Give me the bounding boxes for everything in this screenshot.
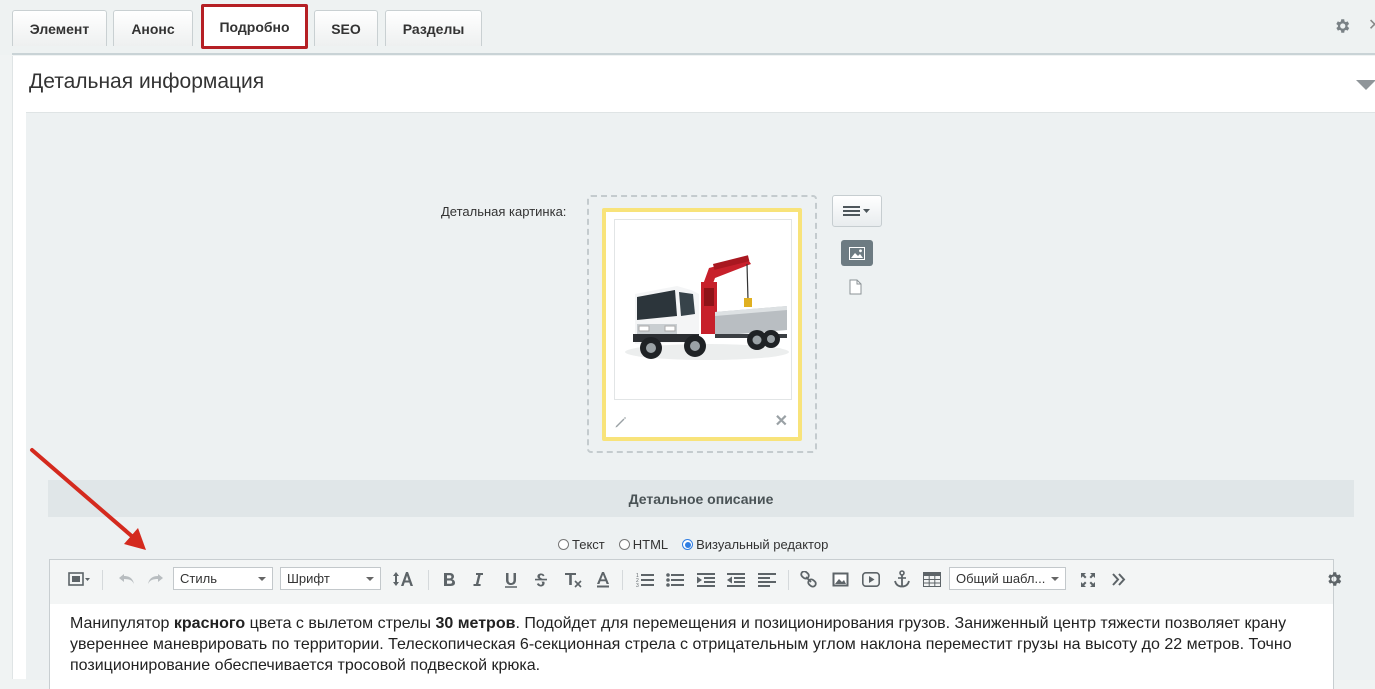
content-bold-text: красного bbox=[173, 615, 246, 632]
svg-text:3: 3 bbox=[636, 583, 639, 587]
close-icon[interactable]: ✕ bbox=[1368, 15, 1375, 35]
tab-label: Подробно bbox=[219, 18, 290, 35]
font-select[interactable]: Шрифт bbox=[280, 567, 381, 590]
link-icon[interactable] bbox=[800, 571, 818, 588]
redo-icon[interactable] bbox=[146, 572, 164, 586]
tab-label: Элемент bbox=[29, 20, 90, 37]
tab-element[interactable]: Элемент bbox=[12, 10, 107, 46]
style-select-value: Стиль bbox=[180, 571, 217, 586]
editor-mode-switch: Текст HTML Визуальный редактор bbox=[558, 537, 828, 552]
numbered-list-icon[interactable]: 1 2 3 bbox=[636, 572, 654, 587]
outdent-icon[interactable] bbox=[727, 572, 745, 587]
content-text: цвета с вылетом стрелы bbox=[245, 615, 436, 632]
image-mode-button[interactable] bbox=[841, 240, 873, 266]
tab-bar: Элемент Анонс Подробно SEO Разделы ✕ bbox=[0, 0, 1375, 55]
bulleted-list-icon[interactable] bbox=[666, 572, 684, 587]
insert-video-icon[interactable] bbox=[862, 572, 880, 587]
insert-image-icon[interactable] bbox=[832, 572, 849, 587]
template-select-value: Общий шабл... bbox=[956, 571, 1046, 586]
more-chevrons-icon[interactable] bbox=[1111, 572, 1127, 587]
section-body: Детальная картинка: ✕ Детальное описание… bbox=[26, 112, 1375, 689]
content-text: Манипулятор bbox=[70, 615, 174, 632]
tab-label: SEO bbox=[331, 20, 361, 37]
collapse-arrow-icon[interactable] bbox=[1356, 80, 1375, 90]
underline-icon[interactable] bbox=[504, 572, 518, 588]
mode-label: HTML bbox=[632, 537, 669, 552]
picture-card: ✕ bbox=[602, 208, 802, 441]
truck-crane-image bbox=[614, 219, 792, 400]
fullscreen-icon[interactable] bbox=[1080, 572, 1096, 588]
settings-gear-icon[interactable] bbox=[1333, 17, 1351, 35]
editor-settings-gear-icon[interactable] bbox=[1325, 570, 1343, 588]
delete-picture-icon[interactable]: ✕ bbox=[775, 411, 788, 431]
tab-divider bbox=[12, 53, 1375, 55]
mode-html-option[interactable]: HTML bbox=[618, 537, 669, 552]
edit-pencil-icon[interactable] bbox=[614, 415, 628, 429]
mode-label: Визуальный редактор bbox=[696, 537, 829, 552]
editor-content-area[interactable]: Манипулятор красного цвета с вылетом стр… bbox=[50, 604, 1333, 689]
tab-details[interactable]: Подробно bbox=[201, 4, 308, 49]
snippets-icon[interactable] bbox=[68, 571, 92, 587]
table-icon[interactable] bbox=[923, 572, 941, 587]
anchor-icon[interactable] bbox=[893, 570, 911, 588]
annotation-arrow bbox=[30, 448, 146, 550]
visual-editor: Стиль Шрифт 1 2 3 Общий шабл... Манипуля… bbox=[49, 559, 1342, 689]
remove-format-icon[interactable] bbox=[564, 572, 582, 588]
detail-panel: Детальная информация Детальная картинка: bbox=[12, 56, 1375, 689]
mode-visual-option[interactable]: Визуальный редактор bbox=[682, 537, 828, 552]
template-select[interactable]: Общий шабл... bbox=[949, 567, 1066, 590]
align-left-icon[interactable] bbox=[758, 572, 776, 587]
hamburger-menu-icon bbox=[843, 206, 870, 216]
tab-label: Разделы bbox=[402, 20, 465, 37]
mode-label: Текст bbox=[572, 537, 605, 552]
radio-html[interactable] bbox=[618, 539, 630, 550]
detail-picture-label: Детальная картинка: bbox=[441, 204, 567, 219]
text-color-icon[interactable] bbox=[596, 571, 610, 588]
undo-icon[interactable] bbox=[118, 572, 136, 586]
content-bold-text: 30 метров bbox=[435, 615, 516, 632]
tab-seo[interactable]: SEO bbox=[314, 10, 378, 46]
tab-announce[interactable]: Анонс bbox=[113, 10, 193, 46]
style-select[interactable]: Стиль bbox=[173, 567, 273, 590]
radio-text[interactable] bbox=[558, 539, 569, 550]
section-title: Детальная информация bbox=[29, 70, 265, 93]
mode-text-option[interactable]: Текст bbox=[558, 537, 605, 552]
editor-toolbar: Стиль Шрифт 1 2 3 Общий шабл... bbox=[50, 560, 1342, 598]
radio-visual[interactable] bbox=[682, 539, 694, 550]
tab-label: Анонс bbox=[131, 20, 175, 37]
picture-menu-button[interactable] bbox=[832, 195, 882, 227]
detail-description-header: Детальное описание bbox=[48, 480, 1354, 517]
strikethrough-icon[interactable] bbox=[534, 572, 548, 588]
tab-sections[interactable]: Разделы bbox=[385, 10, 482, 46]
image-icon bbox=[849, 246, 865, 260]
bold-icon[interactable] bbox=[442, 572, 456, 587]
font-select-value: Шрифт bbox=[287, 571, 330, 586]
font-size-icon[interactable] bbox=[392, 571, 416, 587]
file-icon[interactable] bbox=[849, 279, 862, 295]
italic-icon[interactable] bbox=[472, 572, 484, 587]
indent-icon[interactable] bbox=[697, 572, 715, 587]
picture-dropzone[interactable]: ✕ bbox=[587, 195, 817, 453]
